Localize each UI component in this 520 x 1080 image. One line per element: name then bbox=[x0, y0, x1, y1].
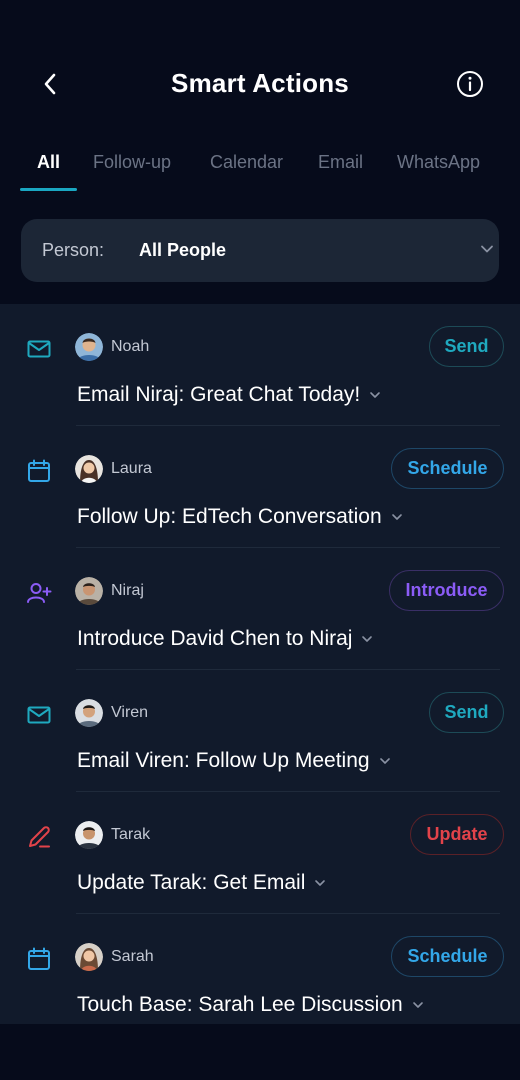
avatar bbox=[75, 943, 103, 971]
chevron-down-icon bbox=[379, 758, 390, 764]
action-title[interactable]: Email Niraj: Great Chat Today! bbox=[77, 383, 381, 407]
user-plus-icon bbox=[24, 578, 54, 608]
avatar bbox=[75, 333, 103, 361]
list-item: Sarah Schedule Touch Base: Sarah Lee Dis… bbox=[0, 914, 520, 1024]
action-title-text: Email Viren: Follow Up Meeting bbox=[77, 749, 370, 772]
avatar bbox=[75, 699, 103, 727]
filter-label: Person: bbox=[42, 240, 105, 260]
info-icon bbox=[457, 71, 483, 97]
smart-actions-list: Noah Send Email Niraj: Great Chat Today! bbox=[0, 304, 520, 1024]
tab-follow-up[interactable]: Follow-up bbox=[93, 152, 171, 173]
tab-calendar[interactable]: Calendar bbox=[210, 152, 283, 173]
page-title: Smart Actions bbox=[171, 68, 349, 98]
send-button[interactable]: Send bbox=[429, 326, 504, 367]
schedule-button[interactable]: Schedule bbox=[391, 936, 504, 977]
chevron-down-icon bbox=[315, 880, 326, 886]
action-title-text: Email Niraj: Great Chat Today! bbox=[77, 383, 361, 406]
person-name: Niraj bbox=[111, 582, 144, 599]
mail-icon bbox=[24, 334, 54, 364]
avatar bbox=[75, 455, 103, 483]
avatar bbox=[75, 577, 103, 605]
schedule-button[interactable]: Schedule bbox=[391, 448, 504, 489]
person-name: Sarah bbox=[111, 948, 154, 965]
mail-icon bbox=[24, 700, 54, 730]
info-button[interactable] bbox=[455, 69, 485, 99]
action-title[interactable]: Update Tarak: Get Email bbox=[77, 871, 326, 895]
filter-value: All People bbox=[139, 240, 227, 260]
action-title-text: Introduce David Chen to Niraj bbox=[77, 627, 353, 650]
update-button[interactable]: Update bbox=[410, 814, 504, 855]
person-name: Tarak bbox=[111, 826, 151, 843]
action-title[interactable]: Follow Up: EdTech Conversation bbox=[77, 505, 403, 529]
action-title[interactable]: Introduce David Chen to Niraj bbox=[77, 627, 373, 651]
calendar-icon bbox=[24, 944, 54, 974]
action-title-text: Update Tarak: Get Email bbox=[77, 871, 306, 894]
chevron-down-icon bbox=[412, 1002, 423, 1008]
list-item: Laura Schedule Follow Up: EdTech Convers… bbox=[0, 426, 520, 548]
chevron-down-icon bbox=[362, 636, 373, 642]
action-title-text: Follow Up: EdTech Conversation bbox=[77, 505, 382, 528]
send-button[interactable]: Send bbox=[429, 692, 504, 733]
person-name: Noah bbox=[111, 338, 150, 355]
header: Smart Actions bbox=[0, 48, 520, 120]
list-item: Tarak Update Update Tarak: Get Email bbox=[0, 792, 520, 914]
tab-bar: All Follow-up Calendar Email WhatsApp bbox=[0, 140, 520, 192]
chevron-down-icon bbox=[481, 245, 493, 253]
action-title[interactable]: Touch Base: Sarah Lee Discussion bbox=[77, 993, 424, 1017]
action-title[interactable]: Email Viren: Follow Up Meeting bbox=[77, 749, 391, 773]
list-item: Noah Send Email Niraj: Great Chat Today! bbox=[0, 304, 520, 426]
introduce-button[interactable]: Introduce bbox=[389, 570, 504, 611]
tab-email[interactable]: Email bbox=[318, 152, 363, 173]
chevron-down-icon bbox=[391, 514, 402, 520]
action-title-text: Touch Base: Sarah Lee Discussion bbox=[77, 993, 403, 1016]
tab-whatsapp[interactable]: WhatsApp bbox=[397, 152, 480, 173]
avatar bbox=[75, 821, 103, 849]
chevron-down-icon bbox=[370, 392, 381, 398]
person-name: Viren bbox=[111, 704, 149, 721]
tab-all[interactable]: All bbox=[37, 152, 60, 173]
active-tab-indicator bbox=[20, 188, 77, 191]
calendar-icon bbox=[24, 456, 54, 486]
list-item: Viren Send Email Viren: Follow Up Meetin… bbox=[0, 670, 520, 792]
person-name: Laura bbox=[111, 460, 152, 477]
pencil-icon bbox=[24, 822, 54, 852]
person-filter-dropdown[interactable]: Person: All People bbox=[21, 219, 499, 282]
list-item: Niraj Introduce Introduce David Chen to … bbox=[0, 548, 520, 670]
